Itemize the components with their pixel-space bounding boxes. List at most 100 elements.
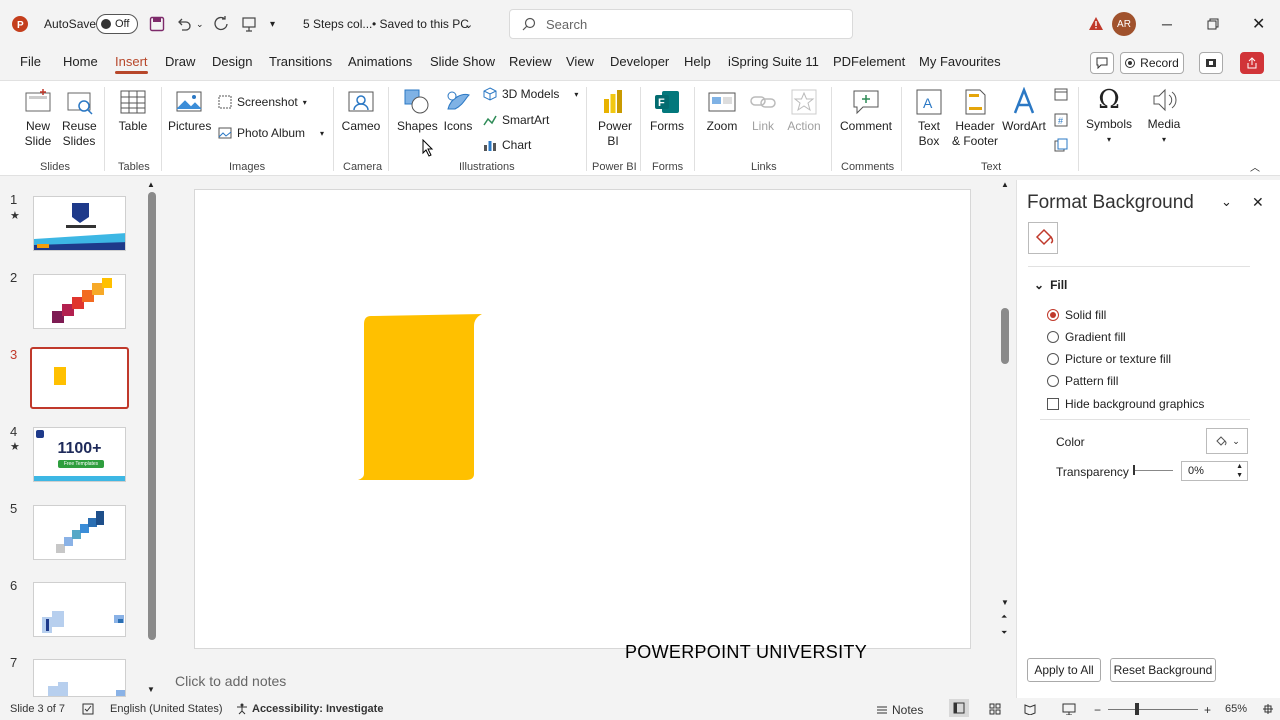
zoom-in-icon[interactable]: +: [1204, 703, 1211, 717]
solid-fill-radio[interactable]: Solid fill: [1047, 308, 1106, 322]
comment-button[interactable]: Comment: [839, 87, 893, 134]
text-box-button[interactable]: A Text Box: [910, 87, 948, 149]
slide-sorter-icon[interactable]: [989, 703, 1001, 715]
language-status[interactable]: English (United States): [110, 703, 223, 715]
color-picker-button[interactable]: ⌄: [1206, 428, 1248, 454]
reset-background-button[interactable]: Reset Background: [1110, 658, 1216, 682]
tab-slide-show[interactable]: Slide Show: [430, 54, 495, 69]
accessibility-status[interactable]: Accessibility: Investigate: [236, 703, 383, 715]
restore-icon[interactable]: [1207, 0, 1219, 48]
reading-view-icon[interactable]: [1024, 703, 1036, 715]
avatar[interactable]: AR: [1112, 12, 1136, 36]
tab-animations[interactable]: Animations: [348, 54, 412, 69]
transparency-slider[interactable]: [1133, 465, 1173, 475]
smartart-button[interactable]: SmartArt: [483, 113, 549, 127]
pattern-fill-radio[interactable]: Pattern fill: [1047, 374, 1118, 388]
save-status-chevron-icon[interactable]: ⌄: [464, 0, 473, 48]
slide-thumbnail-2[interactable]: [33, 274, 126, 329]
action-button[interactable]: Action: [786, 87, 822, 134]
slide-thumbnail-5[interactable]: [33, 505, 126, 560]
object-icon[interactable]: [1054, 138, 1068, 152]
fit-to-window-icon[interactable]: [1262, 703, 1274, 715]
zoom-level[interactable]: 65%: [1225, 703, 1247, 715]
apply-to-all-button[interactable]: Apply to All: [1027, 658, 1101, 682]
tab-my-favourites[interactable]: My Favourites: [919, 54, 1001, 69]
save-status[interactable]: • Saved to this PC: [372, 0, 469, 48]
tab-design[interactable]: Design: [212, 54, 252, 69]
tab-developer[interactable]: Developer: [610, 54, 669, 69]
hide-graphics-checkbox[interactable]: Hide background graphics: [1047, 397, 1204, 411]
slide-thumbnail-7[interactable]: [33, 659, 126, 697]
new-slide-button[interactable]: New Slide: [20, 87, 56, 149]
link-button[interactable]: Link: [746, 87, 780, 134]
screenshot-button[interactable]: Screenshot ▾: [218, 95, 307, 109]
collapse-ribbon-icon[interactable]: ︿: [1250, 159, 1260, 174]
tab-home[interactable]: Home: [63, 54, 98, 69]
3d-models-button[interactable]: 3D Models ▾: [483, 87, 578, 101]
present-icon[interactable]: [241, 0, 257, 48]
tab-file[interactable]: File: [20, 54, 41, 69]
slide-scrollbar[interactable]: ▲ ▼ ⏶ ⏷: [1001, 180, 1011, 650]
record-button[interactable]: Record: [1120, 52, 1184, 74]
undo-icon[interactable]: [176, 0, 192, 48]
close-window-icon[interactable]: ✕: [1252, 0, 1265, 48]
thumbnails-scrollbar[interactable]: [148, 192, 156, 640]
pictures-button[interactable]: Pictures: [168, 87, 211, 134]
date-time-icon[interactable]: [1054, 87, 1068, 101]
slide-info[interactable]: Slide 3 of 7: [10, 703, 65, 715]
slide-thumbnail-4[interactable]: 1100+ Free Templates: [33, 427, 126, 482]
share-icon[interactable]: [1240, 52, 1264, 74]
redo-icon[interactable]: [213, 0, 229, 48]
header-footer-button[interactable]: Header & Footer: [950, 87, 1000, 149]
photo-album-button[interactable]: Photo Album ▾: [218, 126, 324, 140]
media-button[interactable]: Media ▾: [1143, 85, 1185, 147]
tab-transitions[interactable]: Transitions: [269, 54, 332, 69]
power-bi-button[interactable]: Power BI: [594, 87, 632, 149]
minimize-icon[interactable]: ─: [1162, 0, 1172, 48]
shapes-button[interactable]: Shapes: [397, 87, 438, 134]
pane-close-icon[interactable]: ✕: [1252, 194, 1264, 211]
reuse-slides-button[interactable]: Reuse Slides: [62, 87, 97, 149]
search-box[interactable]: Search: [509, 9, 853, 39]
scroll-down-icon[interactable]: ▼: [147, 685, 155, 694]
tab-insert[interactable]: Insert: [115, 54, 148, 74]
tab-view[interactable]: View: [566, 54, 594, 69]
slide-thumbnail-3[interactable]: [30, 347, 129, 409]
wordart-button[interactable]: WordArt: [1002, 87, 1046, 134]
teams-share-icon[interactable]: [1199, 52, 1223, 74]
comments-icon[interactable]: [1090, 52, 1114, 74]
spellcheck-icon[interactable]: [82, 703, 94, 715]
slide-number-icon[interactable]: #: [1054, 113, 1068, 127]
save-icon[interactable]: [149, 0, 165, 48]
normal-view-icon[interactable]: [949, 699, 969, 717]
picture-fill-radio[interactable]: Picture or texture fill: [1047, 352, 1171, 366]
pane-options-chevron-icon[interactable]: ⌄: [1221, 194, 1232, 210]
tab-pdfelement[interactable]: PDFelement: [833, 54, 905, 69]
chart-button[interactable]: Chart: [483, 138, 531, 152]
notes-placeholder[interactable]: Click to add notes: [175, 673, 286, 689]
transparency-input[interactable]: 0% ▲ ▼: [1181, 461, 1248, 481]
zoom-slider[interactable]: [1108, 703, 1198, 715]
zoom-out-icon[interactable]: −: [1094, 703, 1101, 717]
icons-button[interactable]: Icons: [441, 87, 475, 134]
slideshow-icon[interactable]: [1062, 703, 1076, 715]
forms-button[interactable]: F Forms: [648, 87, 686, 134]
yellow-rectangle-shape[interactable]: [354, 314, 486, 482]
notes-toggle[interactable]: Notes: [876, 703, 923, 717]
gradient-fill-radio[interactable]: Gradient fill: [1047, 330, 1126, 344]
fill-tab-icon[interactable]: [1028, 222, 1058, 254]
tab-help[interactable]: Help: [684, 54, 711, 69]
tab-ispring[interactable]: iSpring Suite 11: [728, 54, 819, 69]
slide-canvas[interactable]: [194, 189, 971, 649]
document-title[interactable]: 5 Steps col...: [303, 0, 372, 48]
symbols-button[interactable]: Ω Symbols ▾: [1085, 85, 1133, 147]
fill-section-header[interactable]: ⌄ Fill: [1034, 278, 1067, 292]
cameo-button[interactable]: Cameo: [341, 87, 381, 134]
autosave-toggle[interactable]: Off: [96, 14, 138, 34]
zoom-button[interactable]: Zoom: [702, 87, 742, 134]
slide-thumbnail-1[interactable]: [33, 196, 126, 251]
tab-draw[interactable]: Draw: [165, 54, 195, 69]
slide-thumbnail-6[interactable]: [33, 582, 126, 637]
warning-icon[interactable]: [1088, 0, 1104, 48]
customize-toolbar-icon[interactable]: ▾: [270, 0, 275, 48]
